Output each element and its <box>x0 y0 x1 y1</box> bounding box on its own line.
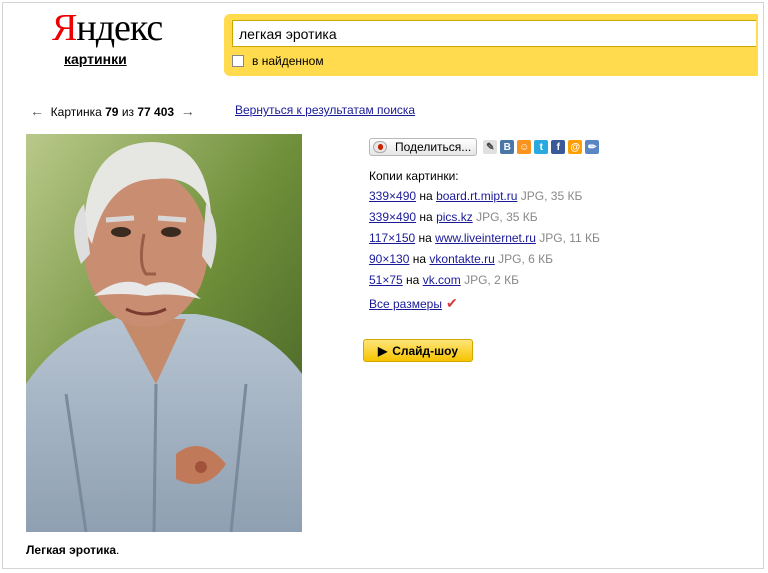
service-link-images[interactable]: картинки <box>64 51 127 67</box>
copy-on: на <box>419 210 433 224</box>
all-sizes-row: Все размеры ✔ <box>369 295 458 312</box>
copy-size-link[interactable]: 339×490 <box>369 210 416 224</box>
prev-arrow-icon[interactable]: ← <box>30 103 44 119</box>
odnoklassniki-icon[interactable]: ☺ <box>517 140 532 154</box>
copies-list: 339×490 на board.rt.mipt.ru JPG, 35 КБ 3… <box>369 189 600 294</box>
copy-site-link[interactable]: board.rt.mipt.ru <box>436 189 517 203</box>
share-button[interactable]: Поделиться... <box>369 138 478 156</box>
image-pager: ← Картинка 79 из 77 403 → <box>30 103 195 119</box>
slideshow-label: Слайд-шоу <box>392 343 459 358</box>
main-image[interactable] <box>26 134 302 532</box>
copy-row: 339×490 на board.rt.mipt.ru JPG, 35 КБ <box>369 189 600 210</box>
checkmark-icon: ✔ <box>445 295 458 311</box>
copy-size-link[interactable]: 117×150 <box>369 231 415 245</box>
back-to-results-link[interactable]: Вернуться к результатам поиска <box>235 103 415 117</box>
copy-site-link[interactable]: pics.kz <box>436 210 473 224</box>
copy-meta: JPG, 11 КБ <box>539 231 600 245</box>
copy-on: на <box>406 273 420 287</box>
blog-pencil-icon[interactable]: ✏ <box>585 140 600 154</box>
play-icon: ▶ <box>377 343 388 358</box>
copy-site-link[interactable]: vk.com <box>423 273 461 287</box>
in-found-label: в найденном <box>252 54 324 68</box>
copy-meta: JPG, 2 КБ <box>464 273 519 287</box>
twitter-icon[interactable]: t <box>534 140 549 154</box>
copies-title: Копии картинки: <box>369 169 459 183</box>
copy-site-link[interactable]: vkontakte.ru <box>429 252 494 266</box>
in-found-option[interactable]: в найденном <box>232 54 324 68</box>
portrait-photo-illustration <box>26 134 302 532</box>
copy-meta: JPG, 35 КБ <box>520 189 583 203</box>
lj-icon[interactable]: ✎ <box>483 140 498 154</box>
copy-size-link[interactable]: 339×490 <box>369 189 416 203</box>
in-found-checkbox[interactable] <box>232 55 244 67</box>
pager-current: 79 <box>105 105 119 119</box>
copy-meta: JPG, 6 КБ <box>498 252 553 266</box>
image-caption: Легкая эротика. <box>26 543 120 557</box>
facebook-icon[interactable]: f <box>551 140 566 154</box>
copy-row: 90×130 на vkontakte.ru JPG, 6 КБ <box>369 252 600 273</box>
copy-row: 339×490 на pics.kz JPG, 35 КБ <box>369 210 600 231</box>
pager-total: 77 403 <box>137 105 175 119</box>
share-button-label: Поделиться... <box>395 140 472 154</box>
all-sizes-link[interactable]: Все размеры <box>369 297 442 311</box>
copy-size-link[interactable]: 51×75 <box>369 273 403 287</box>
copy-meta: JPG, 35 КБ <box>476 210 538 224</box>
copy-size-link[interactable]: 90×130 <box>369 252 409 266</box>
pager-of: из <box>121 105 135 119</box>
moimir-icon[interactable]: @ <box>568 140 583 154</box>
vkontakte-icon[interactable]: B <box>500 140 515 154</box>
copy-row: 51×75 на vk.com JPG, 2 КБ <box>369 273 600 294</box>
search-input[interactable] <box>232 20 756 47</box>
next-arrow-icon[interactable]: → <box>181 103 195 119</box>
copy-row: 117×150 на www.liveinternet.ru JPG, 11 К… <box>369 231 600 252</box>
pager-label: Картинка <box>50 105 102 119</box>
copy-on: на <box>412 252 427 266</box>
slideshow-button[interactable]: ▶ Слайд-шоу <box>363 339 473 362</box>
copy-site-link[interactable]: www.liveinternet.ru <box>435 231 536 245</box>
share-icon <box>373 141 387 153</box>
copy-on: на <box>419 189 433 203</box>
yandex-logo[interactable]: Яндекс <box>52 8 163 48</box>
share-toolbar: Поделиться... ✎ B ☺ t f @ ✏ <box>369 138 600 156</box>
copy-on: на <box>418 231 432 245</box>
